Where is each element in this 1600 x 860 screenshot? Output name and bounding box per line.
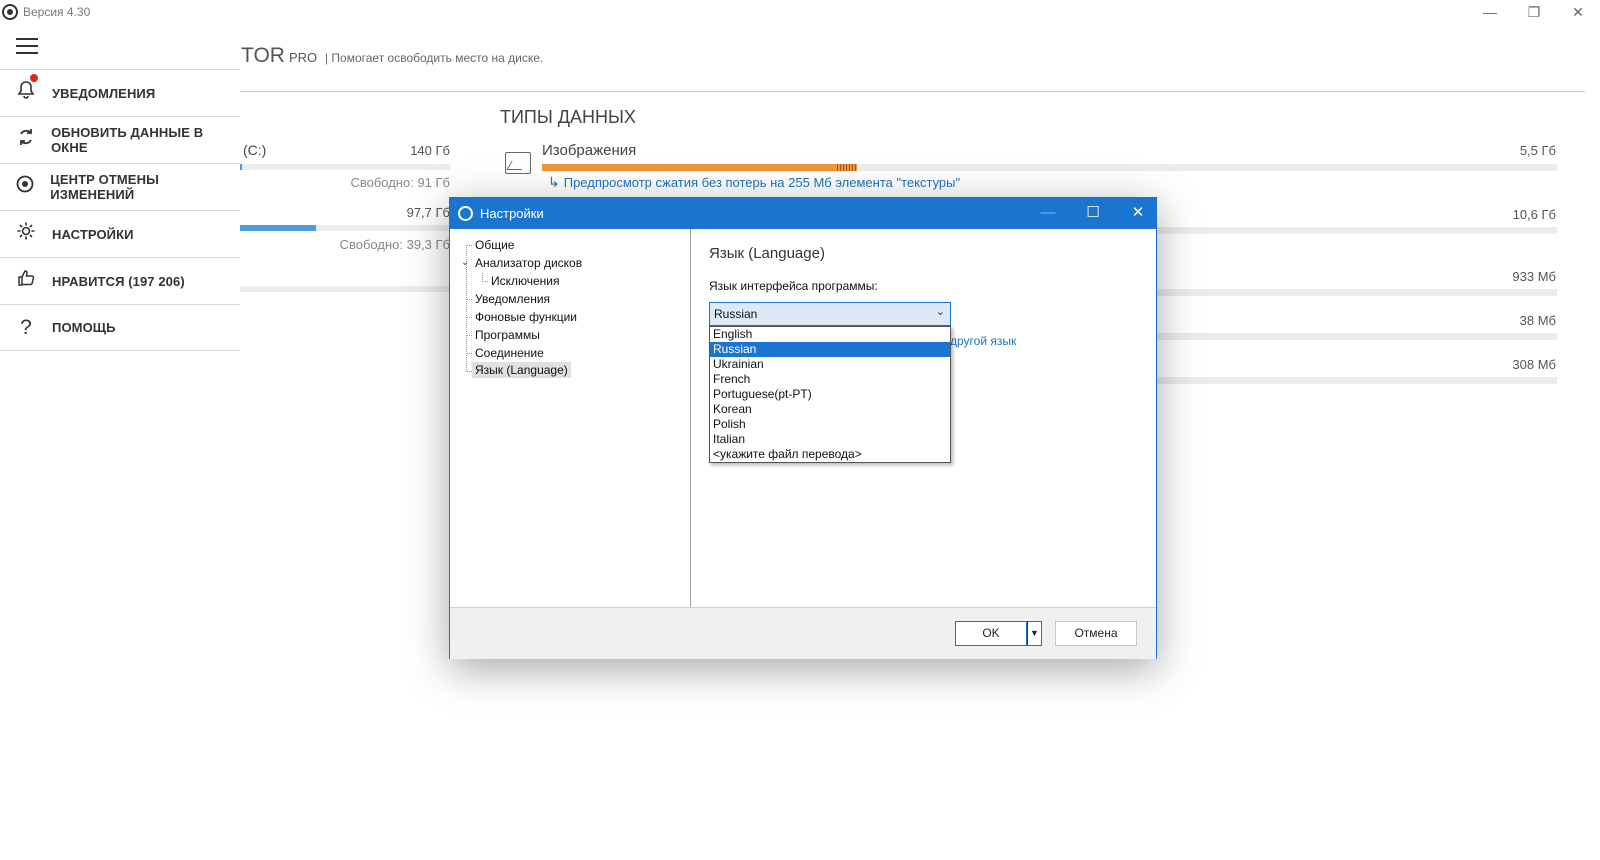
cancel-button[interactable]: Отмена <box>1055 621 1137 646</box>
language-option[interactable]: French <box>710 372 950 387</box>
sidebar-item-like[interactable]: НРАВИТСЯ (197 206) <box>0 257 240 304</box>
chevron-down-icon[interactable]: ⌄ <box>461 257 469 268</box>
other-language-link[interactable]: другой язык <box>950 334 1016 348</box>
language-option[interactable]: Italian <box>710 432 950 447</box>
language-option[interactable]: Portuguese(pt-PT) <box>710 387 950 402</box>
sidebar-item-help[interactable]: ? ПОМОЩЬ <box>0 304 240 351</box>
gear-icon <box>0 221 52 247</box>
restore-button[interactable]: ❐ <box>1519 2 1549 22</box>
tree-item-general[interactable]: Общие <box>475 238 514 252</box>
language-label: Язык интерфейса программы: <box>709 279 878 293</box>
disk-size: 140 Гб <box>410 143 450 158</box>
type-size: 308 Мб <box>1512 357 1556 372</box>
brand-name: TOR <box>241 44 285 67</box>
dialog-logo-icon <box>458 206 473 221</box>
return-arrow-icon: ↳ <box>548 174 560 190</box>
disk-label[interactable]: (C:) <box>243 142 266 158</box>
ok-button[interactable]: OK <box>955 621 1027 646</box>
app-version: Версия 4.30 <box>23 5 91 19</box>
language-option[interactable]: Korean <box>710 402 950 417</box>
language-option[interactable]: Russian <box>710 342 950 357</box>
tree-guide-line <box>466 317 472 318</box>
tree-item-exclusions[interactable]: Исключения <box>491 274 560 288</box>
types-title: ТИПЫ ДАННЫХ <box>500 107 636 127</box>
type-size: 933 Мб <box>1512 269 1556 284</box>
language-option[interactable]: Polish <box>710 417 950 432</box>
type-size: 10,6 Гб <box>1512 207 1556 222</box>
tree-item-programs[interactable]: Программы <box>475 328 540 342</box>
sidebar-item-undo-center[interactable]: ЦЕНТР ОТМЕНЫ ИЗМЕНЕНИЙ <box>0 163 240 210</box>
refresh-icon <box>0 127 51 153</box>
minimize-button[interactable]: — <box>1475 2 1505 22</box>
dialog-maximize-button[interactable]: ☐ <box>1078 202 1108 224</box>
app-logo-icon <box>2 4 18 20</box>
sidebar-item-refresh[interactable]: ОБНОВИТЬ ДАННЫЕ В ОКНЕ <box>0 116 240 163</box>
sidebar-item-settings[interactable]: НАСТРОЙКИ <box>0 210 240 257</box>
thumbs-up-icon <box>0 268 52 294</box>
disk-usage-bar <box>240 164 450 170</box>
dialog-titlebar[interactable]: Настройки — ☐ ✕ <box>450 198 1156 229</box>
tree-item-background[interactable]: Фоновые функции <box>475 310 577 324</box>
app-titlebar: Версия 4.30 — ❐ ✕ <box>0 0 1600 24</box>
sidebar-item-label: УВЕДОМЛЕНИЯ <box>52 85 156 101</box>
brand-edition: PRO <box>288 50 318 65</box>
settings-tree: Общие ⌄ Анализатор дисков Исключения Уве… <box>450 229 691 607</box>
help-icon: ? <box>20 315 32 339</box>
dialog-footer: OK ▼ Отмена <box>450 607 1156 659</box>
app-brand: TOR PRO | Помогает освободить место на ди… <box>241 44 543 68</box>
sidebar: УВЕДОМЛЕНИЯ ОБНОВИТЬ ДАННЫЕ В ОКНЕ ЦЕНТР… <box>0 69 240 351</box>
tree-item-connection[interactable]: Соединение <box>475 346 544 360</box>
tree-item-disk-analyzer[interactable]: Анализатор дисков <box>475 256 582 270</box>
image-icon <box>505 152 531 174</box>
chevron-down-icon: ⌄ <box>935 306 945 318</box>
bell-icon <box>0 74 52 106</box>
sidebar-item-label: НРАВИТСЯ (197 206) <box>52 273 185 289</box>
type-size: 38 Мб <box>1519 313 1556 328</box>
disk-usage-fill <box>240 225 316 231</box>
notification-badge <box>30 74 38 82</box>
dialog-title: Настройки <box>480 206 544 221</box>
disk-free: Свободно: 91 Гб <box>350 175 450 190</box>
sidebar-item-label: ПОМОЩЬ <box>52 320 116 335</box>
tree-guide-line <box>466 245 472 246</box>
menu-icon[interactable] <box>16 38 38 56</box>
type-name[interactable]: Изображения <box>542 142 636 159</box>
tree-guide-line <box>466 335 472 336</box>
type-usage-bar <box>542 164 1557 171</box>
tree-guide-line <box>466 299 472 300</box>
tree-guide-line <box>466 353 472 354</box>
ok-dropdown-button[interactable]: ▼ <box>1027 621 1042 646</box>
settings-dialog: Настройки — ☐ ✕ Общие ⌄ Анализатор диско… <box>449 197 1157 659</box>
disk-usage-bar <box>240 286 450 292</box>
close-button[interactable]: ✕ <box>1563 2 1593 22</box>
type-usage-fill <box>542 164 857 171</box>
preview-link-text: Предпросмотр сжатия без потерь на 255 Мб… <box>563 175 961 190</box>
disk-usage-fill <box>240 164 243 170</box>
type-size: 5,5 Гб <box>1519 143 1556 158</box>
tree-guide-line <box>482 281 488 282</box>
dialog-close-button[interactable]: ✕ <box>1123 202 1153 224</box>
preview-compression-link[interactable]: ↳ Предпросмотр сжатия без потерь на 255 М… <box>548 174 960 191</box>
disk-usage-bar <box>240 225 450 231</box>
language-dropdown-list: English Russian Ukrainian French Portuguese(… <box>709 326 951 463</box>
undo-center-icon <box>0 174 50 200</box>
brand-tagline: | Помогает освободить место на диске. <box>324 51 544 65</box>
tree-item-notifications[interactable]: Уведомления <box>475 292 550 306</box>
language-option[interactable]: English <box>710 327 950 342</box>
language-select[interactable]: Russian ⌄ <box>709 302 951 326</box>
language-option[interactable]: Ukrainian <box>710 357 950 372</box>
sidebar-item-label: ОБНОВИТЬ ДАННЫЕ В ОКНЕ <box>51 125 204 155</box>
header-divider <box>240 91 1585 92</box>
tree-item-language[interactable]: Язык (Language) <box>472 362 571 378</box>
sidebar-item-label: НАСТРОЙКИ <box>52 226 134 242</box>
language-option[interactable]: <укажите файл перевода> <box>710 447 950 462</box>
disk-free: Свободно: 39,3 Гб <box>339 237 450 252</box>
panel-title: Язык (Language) <box>709 245 825 262</box>
dialog-minimize-button[interactable]: — <box>1033 202 1063 224</box>
language-select-value: Russian <box>714 307 758 321</box>
sidebar-item-notifications[interactable]: УВЕДОМЛЕНИЯ <box>0 69 240 116</box>
disk-size: 97,7 Гб <box>406 205 450 220</box>
sidebar-item-label: ЦЕНТР ОТМЕНЫ ИЗМЕНЕНИЙ <box>50 172 159 202</box>
dialog-body: Общие ⌄ Анализатор дисков Исключения Уве… <box>450 229 1156 607</box>
